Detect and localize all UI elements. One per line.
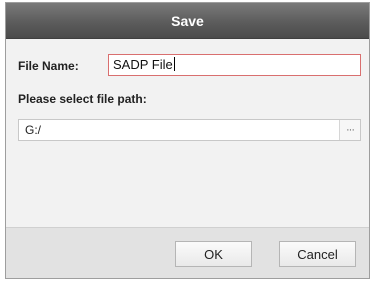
file-path-input[interactable]: G:/ ···	[18, 119, 361, 141]
dialog-footer: OK Cancel	[6, 227, 369, 278]
file-name-row: File Name:	[18, 54, 79, 78]
file-name-value: SADP File	[113, 57, 173, 72]
browse-button[interactable]: ···	[339, 120, 360, 140]
ok-button[interactable]: OK	[175, 241, 252, 267]
cancel-button[interactable]: Cancel	[279, 241, 356, 267]
save-dialog: Save File Name: SADP File Please select …	[5, 2, 370, 279]
file-name-label: File Name:	[18, 59, 79, 73]
dialog-content: File Name: SADP File Please select file …	[6, 39, 369, 227]
file-path-label: Please select file path:	[18, 92, 147, 106]
file-name-input[interactable]: SADP File	[108, 54, 361, 76]
dialog-title: Save	[6, 3, 369, 39]
ellipsis-icon: ···	[346, 124, 355, 136]
file-path-value: G:/	[25, 123, 42, 137]
text-caret	[173, 57, 175, 71]
